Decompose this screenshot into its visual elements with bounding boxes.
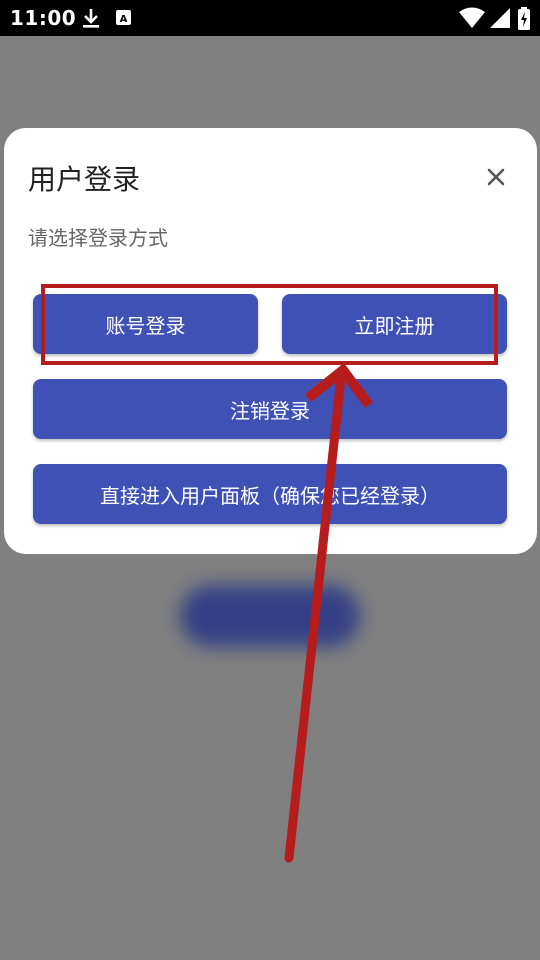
status-time: 11:00 [10,6,77,30]
account-login-label: 账号登录 [105,313,186,338]
background-blurred-button [180,585,360,647]
logout-button[interactable]: 注销登录 [33,379,507,439]
a-badge-icon: A [116,10,131,25]
enter-panel-button[interactable]: 直接进入用户面板（确保您已经登录） [33,464,507,524]
login-dialog: 用户登录 请选择登录方式 账号登录 立即注册 注销登录 直接进入用户面板（确保您… [4,128,537,554]
close-button[interactable] [483,164,509,190]
wifi-icon [459,7,485,28]
account-login-button[interactable]: 账号登录 [33,294,258,354]
register-label: 立即注册 [354,313,435,338]
dialog-title: 用户登录 [28,163,141,196]
enter-panel-label: 直接进入用户面板（确保您已经登录） [100,483,440,508]
dialog-subtitle: 请选择登录方式 [28,226,168,250]
register-button[interactable]: 立即注册 [282,294,507,354]
svg-text:A: A [120,14,128,25]
logout-label: 注销登录 [230,398,310,423]
app-screen: 11:00 A 用户登录 请选择登录方式 账号登录 立即注册 注销登录 直接进入… [0,0,540,960]
battery-charging-icon [518,7,530,30]
signal-icon [490,8,510,28]
download-icon [83,9,99,28]
close-icon [487,168,505,186]
status-bar: 11:00 A [0,0,540,36]
